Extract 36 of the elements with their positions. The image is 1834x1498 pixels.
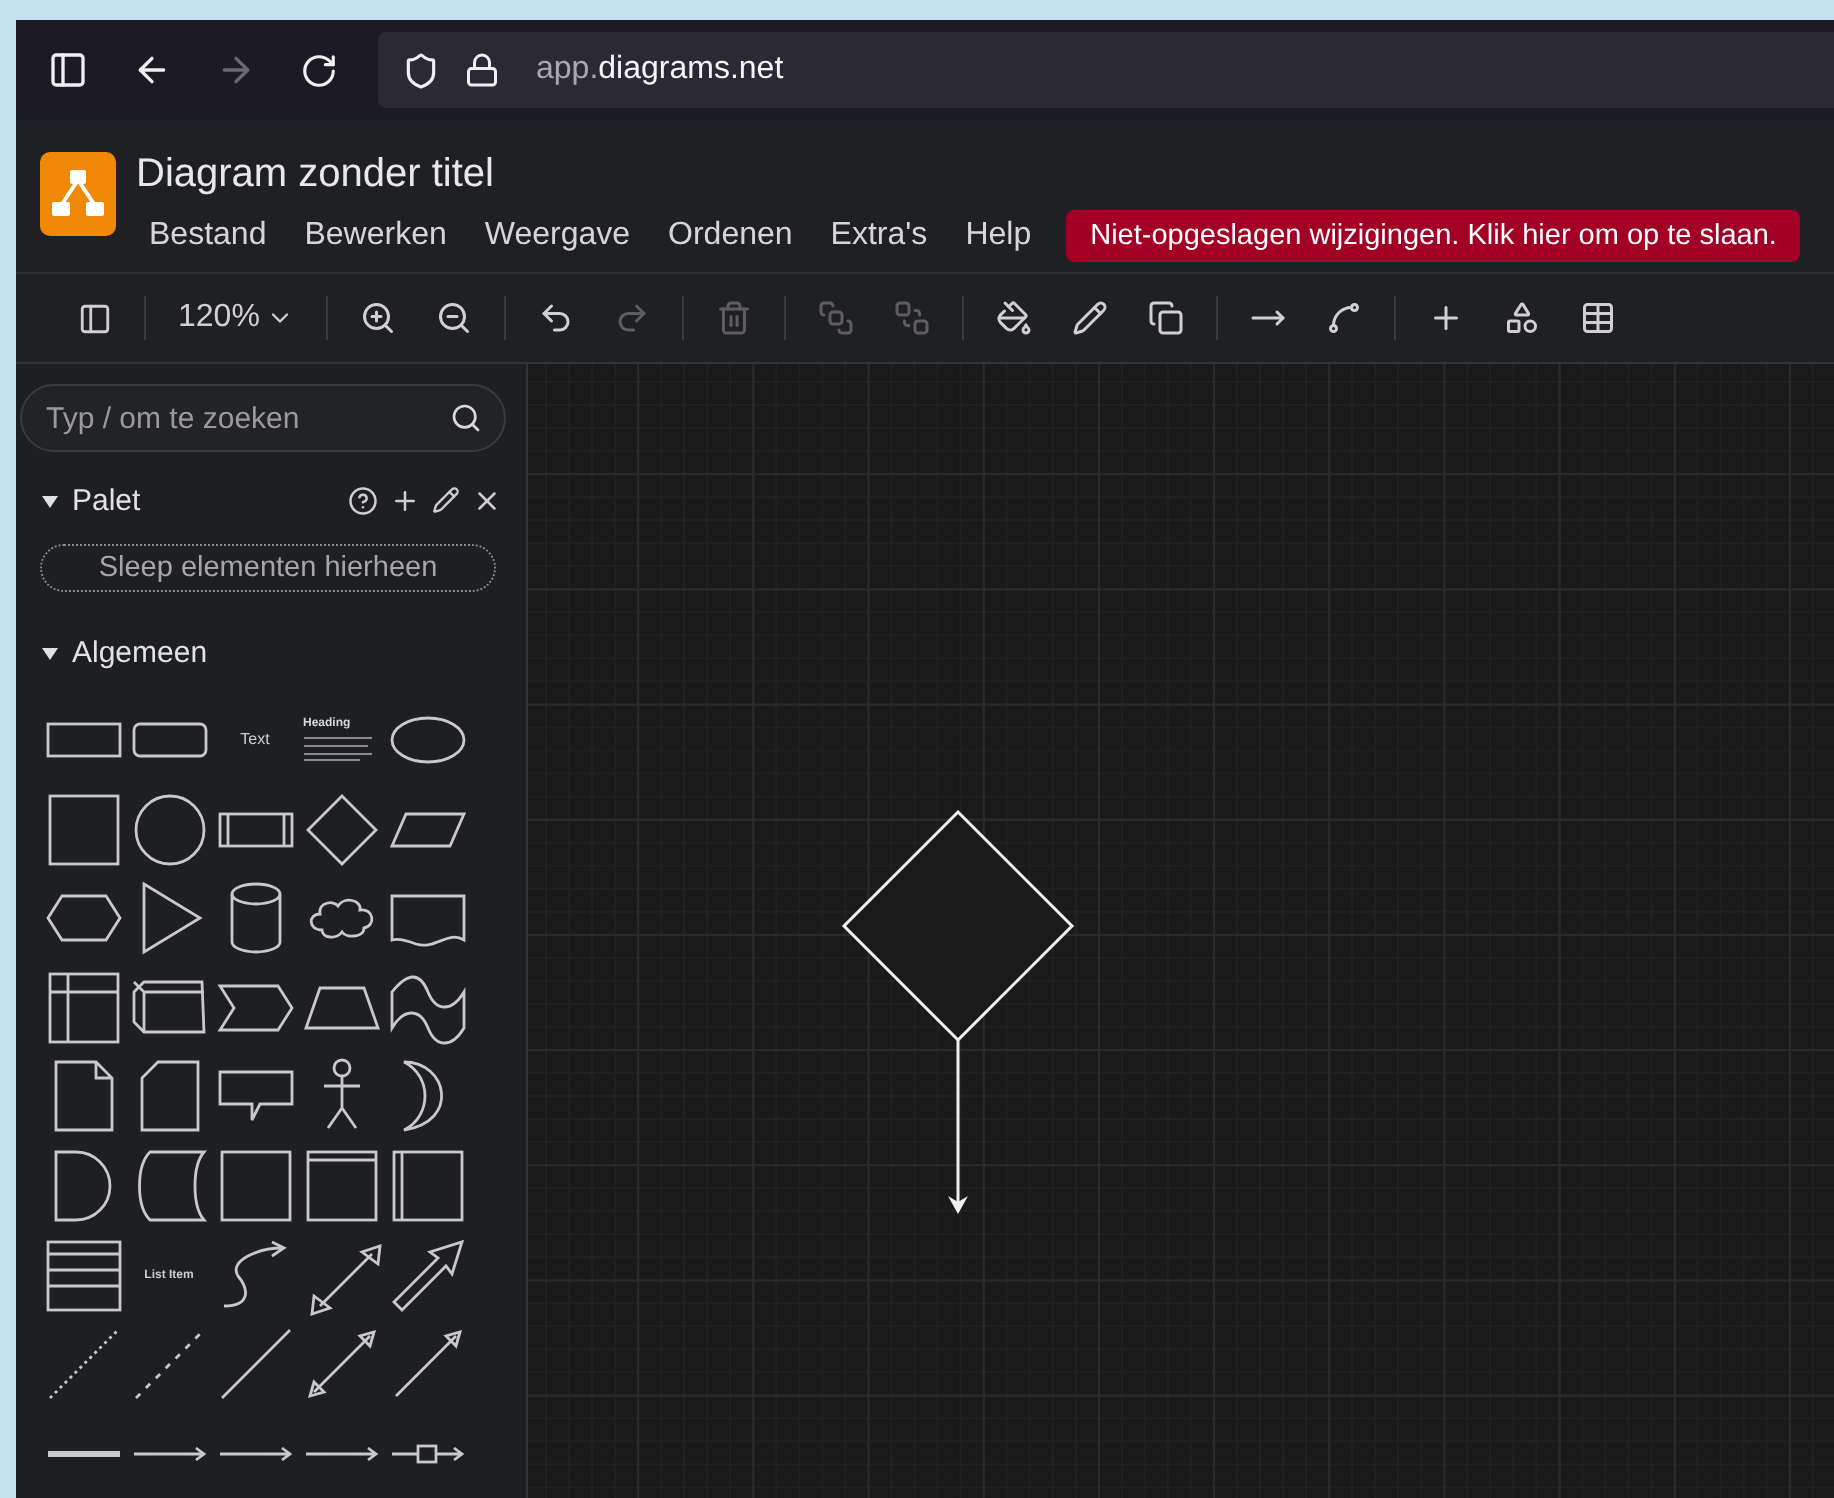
address-bar[interactable]: app.diagrams.net bbox=[378, 32, 1834, 108]
square-shape-icon[interactable] bbox=[43, 789, 123, 870]
app-logo bbox=[40, 152, 116, 236]
diamond-shape[interactable] bbox=[841, 809, 1075, 1043]
url-text: app.diagrams.net bbox=[536, 52, 784, 88]
lock-icon bbox=[464, 52, 500, 88]
connector-arrow[interactable] bbox=[948, 1040, 968, 1214]
zoom-dropdown[interactable]: 120% bbox=[158, 300, 314, 336]
help-icon[interactable] bbox=[348, 486, 378, 517]
menu-item[interactable]: Help bbox=[946, 210, 1051, 262]
storage-shape-icon[interactable] bbox=[43, 967, 123, 1048]
menu-item[interactable]: Extra's bbox=[811, 210, 947, 262]
menu-item[interactable]: Weergave bbox=[465, 210, 650, 262]
text-lines-icon bbox=[303, 733, 375, 762]
search-field[interactable]: Typ / om te zoeken bbox=[20, 384, 506, 452]
menu-item[interactable]: Ordenen bbox=[649, 210, 812, 262]
drop-zone[interactable]: Sleep elementen hierheen bbox=[40, 543, 496, 592]
section-header[interactable]: Palet bbox=[40, 484, 348, 519]
bigarrow-shape-icon[interactable] bbox=[387, 1235, 467, 1315]
diagram-title[interactable]: Diagram zonder titel bbox=[136, 150, 1801, 198]
container-shape-icon[interactable] bbox=[215, 1145, 295, 1226]
circle-shape-icon[interactable] bbox=[129, 789, 209, 870]
window-shape-icon[interactable] bbox=[301, 1145, 381, 1226]
section-title: Palet bbox=[72, 484, 141, 519]
section-header[interactable]: Algemeen bbox=[40, 636, 502, 671]
plus-icon[interactable] bbox=[390, 486, 420, 517]
swimlane-shape-icon[interactable] bbox=[387, 1145, 467, 1226]
pencil-icon[interactable] bbox=[432, 486, 460, 517]
menu-item[interactable]: Bewerken bbox=[285, 210, 466, 262]
shield-icon bbox=[402, 51, 440, 89]
list-shape-icon[interactable] bbox=[43, 1235, 123, 1315]
unsaved-changes-button[interactable]: Niet-opgeslagen wijzigingen. Klik hier om op te slaan. bbox=[1066, 210, 1801, 262]
section-title: Algemeen bbox=[72, 636, 208, 671]
search-icon[interactable] bbox=[450, 402, 482, 434]
menu-item[interactable]: Bestand bbox=[130, 210, 286, 262]
diamond-shape-icon[interactable] bbox=[301, 789, 381, 870]
